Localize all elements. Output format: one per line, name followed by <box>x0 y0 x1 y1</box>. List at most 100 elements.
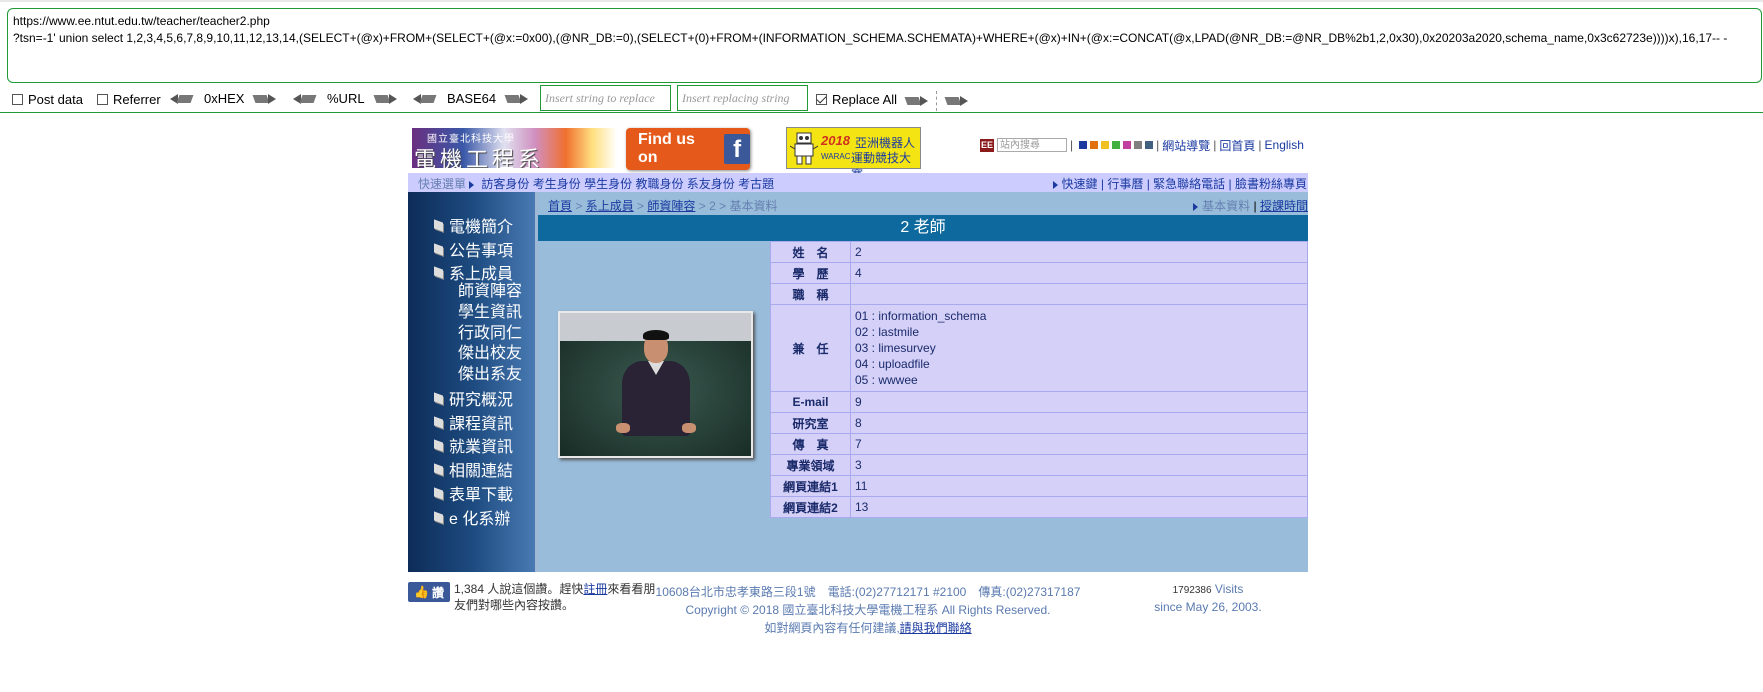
table-row: 網頁連結1 11 <box>770 475 1308 497</box>
quick-link-staff[interactable]: 教職身份 <box>635 177 683 191</box>
visit-count: 1792386 <box>1172 585 1212 596</box>
page-icon <box>434 486 443 500</box>
hex-decode-arrow-icon[interactable] <box>170 93 192 104</box>
arrow-bullet-icon <box>469 180 475 189</box>
theme-swatch[interactable] <box>1090 141 1099 149</box>
robot-icon <box>790 132 818 165</box>
quick-link-calendar[interactable]: 行事曆 <box>1107 177 1143 191</box>
site-search-input[interactable]: 站內搜尋 <box>997 138 1067 152</box>
url-textarea[interactable]: https://www.ee.ntut.edu.tw/teacher/teach… <box>7 8 1762 83</box>
url-encode-arrow-icon[interactable] <box>375 93 397 104</box>
breadcrumb-faculty[interactable]: 師資陣容 <box>647 199 695 213</box>
replace-all-checkbox[interactable]: Replace All <box>816 92 897 107</box>
teacher-photo <box>558 311 753 458</box>
sidebar-item-announcements[interactable]: 公告事項 <box>434 237 513 261</box>
post-data-checkbox[interactable]: Post data <box>12 92 83 107</box>
sidebar-item-label: e 化系辦 <box>449 511 511 528</box>
hackbar-toolbar: Post data Referrer 0xHEX %URL BASE64 Ins… <box>0 84 1763 112</box>
theme-swatch[interactable] <box>1145 141 1154 149</box>
row-label: 網頁連結1 <box>770 475 851 497</box>
department-logo[interactable]: 國立臺北科技大學 電機工程系 <box>412 128 617 168</box>
list-item: 05 : wwwee <box>855 373 918 387</box>
row-label: 網頁連結2 <box>770 496 851 518</box>
quick-link-visitor[interactable]: 訪客身份 <box>481 177 529 191</box>
divider: | <box>1258 138 1262 152</box>
theme-swatch[interactable] <box>1134 141 1143 149</box>
like-label: 讚 <box>431 585 444 600</box>
theme-swatch[interactable] <box>1112 141 1121 149</box>
main-content: 首頁 > 系上成員 > 師資陣容 > 2 > 基本資料 基本資料 | 授課時間 … <box>538 192 1308 572</box>
theme-swatch[interactable] <box>1101 141 1110 149</box>
row-label: 學 歷 <box>770 262 851 284</box>
sidebar-item-intro[interactable]: 電機簡介 <box>434 213 513 237</box>
list-item: 02 : lastmile <box>855 325 920 339</box>
sidebar-item-links[interactable]: 相關連結 <box>434 457 513 481</box>
english-link[interactable]: English <box>1265 138 1304 152</box>
row-value: 3 <box>850 454 1308 476</box>
contact-prefix: 如對網頁內容有任何建議, <box>764 621 900 635</box>
replacing-string-input[interactable]: Insert replacing string <box>677 85 808 111</box>
post-data-label: Post data <box>28 92 83 107</box>
table-row: 網頁連結2 13 <box>770 496 1308 518</box>
facebook-like-button[interactable]: 👍 讚 <box>408 582 450 602</box>
sidebar-item-courses[interactable]: 課程資訊 <box>434 410 513 434</box>
list-item: 03 : limesurvey <box>855 341 936 355</box>
hex-encode-arrow-icon[interactable] <box>254 93 277 104</box>
facebook-icon: f <box>724 134 750 164</box>
breadcrumb-home[interactable]: 首頁 <box>548 199 572 213</box>
replace-all-arrow-icon[interactable] <box>946 96 968 106</box>
theme-swatch[interactable] <box>1123 141 1132 149</box>
base64-label: BASE64 <box>447 91 497 106</box>
page-icon <box>434 242 443 256</box>
replace-string-input[interactable]: Insert string to replace <box>540 85 671 111</box>
home-link[interactable]: 回首頁 <box>1219 137 1255 154</box>
sidebar-nav: 電機簡介 公告事項 系上成員 師資陣容 學生資訊 行政同仁 傑出校友 傑出系友 … <box>408 192 538 572</box>
teacher-info-table: 姓 名2 學 歷4 職 稱 兼 任 01 : information_schem… <box>770 241 1308 518</box>
breadcrumb: 首頁 > 系上成員 > 師資陣容 > 2 > 基本資料 <box>548 199 778 213</box>
theme-swatch[interactable] <box>1079 141 1088 149</box>
contact-us-link[interactable]: 請與我們聯絡 <box>900 621 972 635</box>
theme-color-swatches <box>1076 138 1154 152</box>
hackbar-panel: https://www.ee.ntut.edu.tw/teacher/teach… <box>0 0 1763 113</box>
replace-arrow-icon[interactable] <box>906 96 928 106</box>
ee-logo-icon: EE <box>980 138 994 152</box>
quick-link-emergency[interactable]: 緊急聯絡電話 <box>1153 177 1225 191</box>
quick-link-shortcut[interactable]: 快速鍵 <box>1062 177 1098 191</box>
checkbox-checked-icon <box>816 94 827 105</box>
sidebar-item-careers[interactable]: 就業資訊 <box>434 433 513 457</box>
breadcrumb-members[interactable]: 系上成員 <box>586 199 634 213</box>
quick-link-facebook[interactable]: 臉書粉絲專頁 <box>1235 177 1307 191</box>
referrer-checkbox[interactable]: Referrer <box>97 92 161 107</box>
table-row: 傳 真7 <box>770 433 1308 455</box>
table-row: 專業領域 3 <box>770 454 1308 476</box>
quick-link-past-exams[interactable]: 考古題 <box>738 177 774 191</box>
url-line-2: ?tsn=-1' union select 1,2,3,4,5,6,7,8,9,… <box>13 31 1728 45</box>
sitemap-link[interactable]: 網站導覽 <box>1162 137 1210 154</box>
hackbar-top-divider <box>0 0 1763 2</box>
row-value: 9 <box>850 391 1308 413</box>
sidebar-item-e-office[interactable]: e 化系辦 <box>434 505 510 529</box>
sidebar-item-research[interactable]: 研究概況 <box>434 386 513 410</box>
footer-address: 10608台北市忠孝東路三段1號 電話:(02)27712171 #2100 傳… <box>618 583 1118 637</box>
arrow-bullet-icon <box>1052 180 1058 189</box>
tab-teaching-hours[interactable]: 授課時間 <box>1260 199 1308 213</box>
robot-year: 2018 <box>821 133 850 148</box>
thumbs-up-icon: 👍 <box>414 585 429 599</box>
quick-link-student[interactable]: 學生身份 <box>584 177 632 191</box>
sidebar-subitem-outstanding-graduates[interactable]: 傑出系友 <box>458 360 522 384</box>
register-link[interactable]: 註冊 <box>583 582 607 596</box>
robot-competition-banner[interactable]: 2018 亞洲機器人 WARAC 運動競技大賽 <box>786 127 921 182</box>
facebook-findus-banner[interactable]: Find us on f <box>626 128 750 170</box>
quick-link-applicant[interactable]: 考生身份 <box>533 177 581 191</box>
quick-link-alumni[interactable]: 系友身份 <box>687 177 735 191</box>
like-cta: 趕快 <box>559 582 584 596</box>
url-decode-arrow-icon[interactable] <box>293 93 315 104</box>
row-label: 傳 真 <box>770 433 851 455</box>
base64-encode-arrow-icon[interactable] <box>506 93 529 104</box>
arrow-bullet-icon <box>1193 202 1199 211</box>
base64-decode-arrow-icon[interactable] <box>413 93 435 104</box>
tab-basic-info[interactable]: 基本資料 <box>1202 199 1250 213</box>
table-row: E-mail 9 <box>770 391 1308 413</box>
contact-line: 如對網頁內容有任何建議,請與我們聯絡 <box>618 619 1118 637</box>
sidebar-item-forms[interactable]: 表單下載 <box>434 481 513 505</box>
